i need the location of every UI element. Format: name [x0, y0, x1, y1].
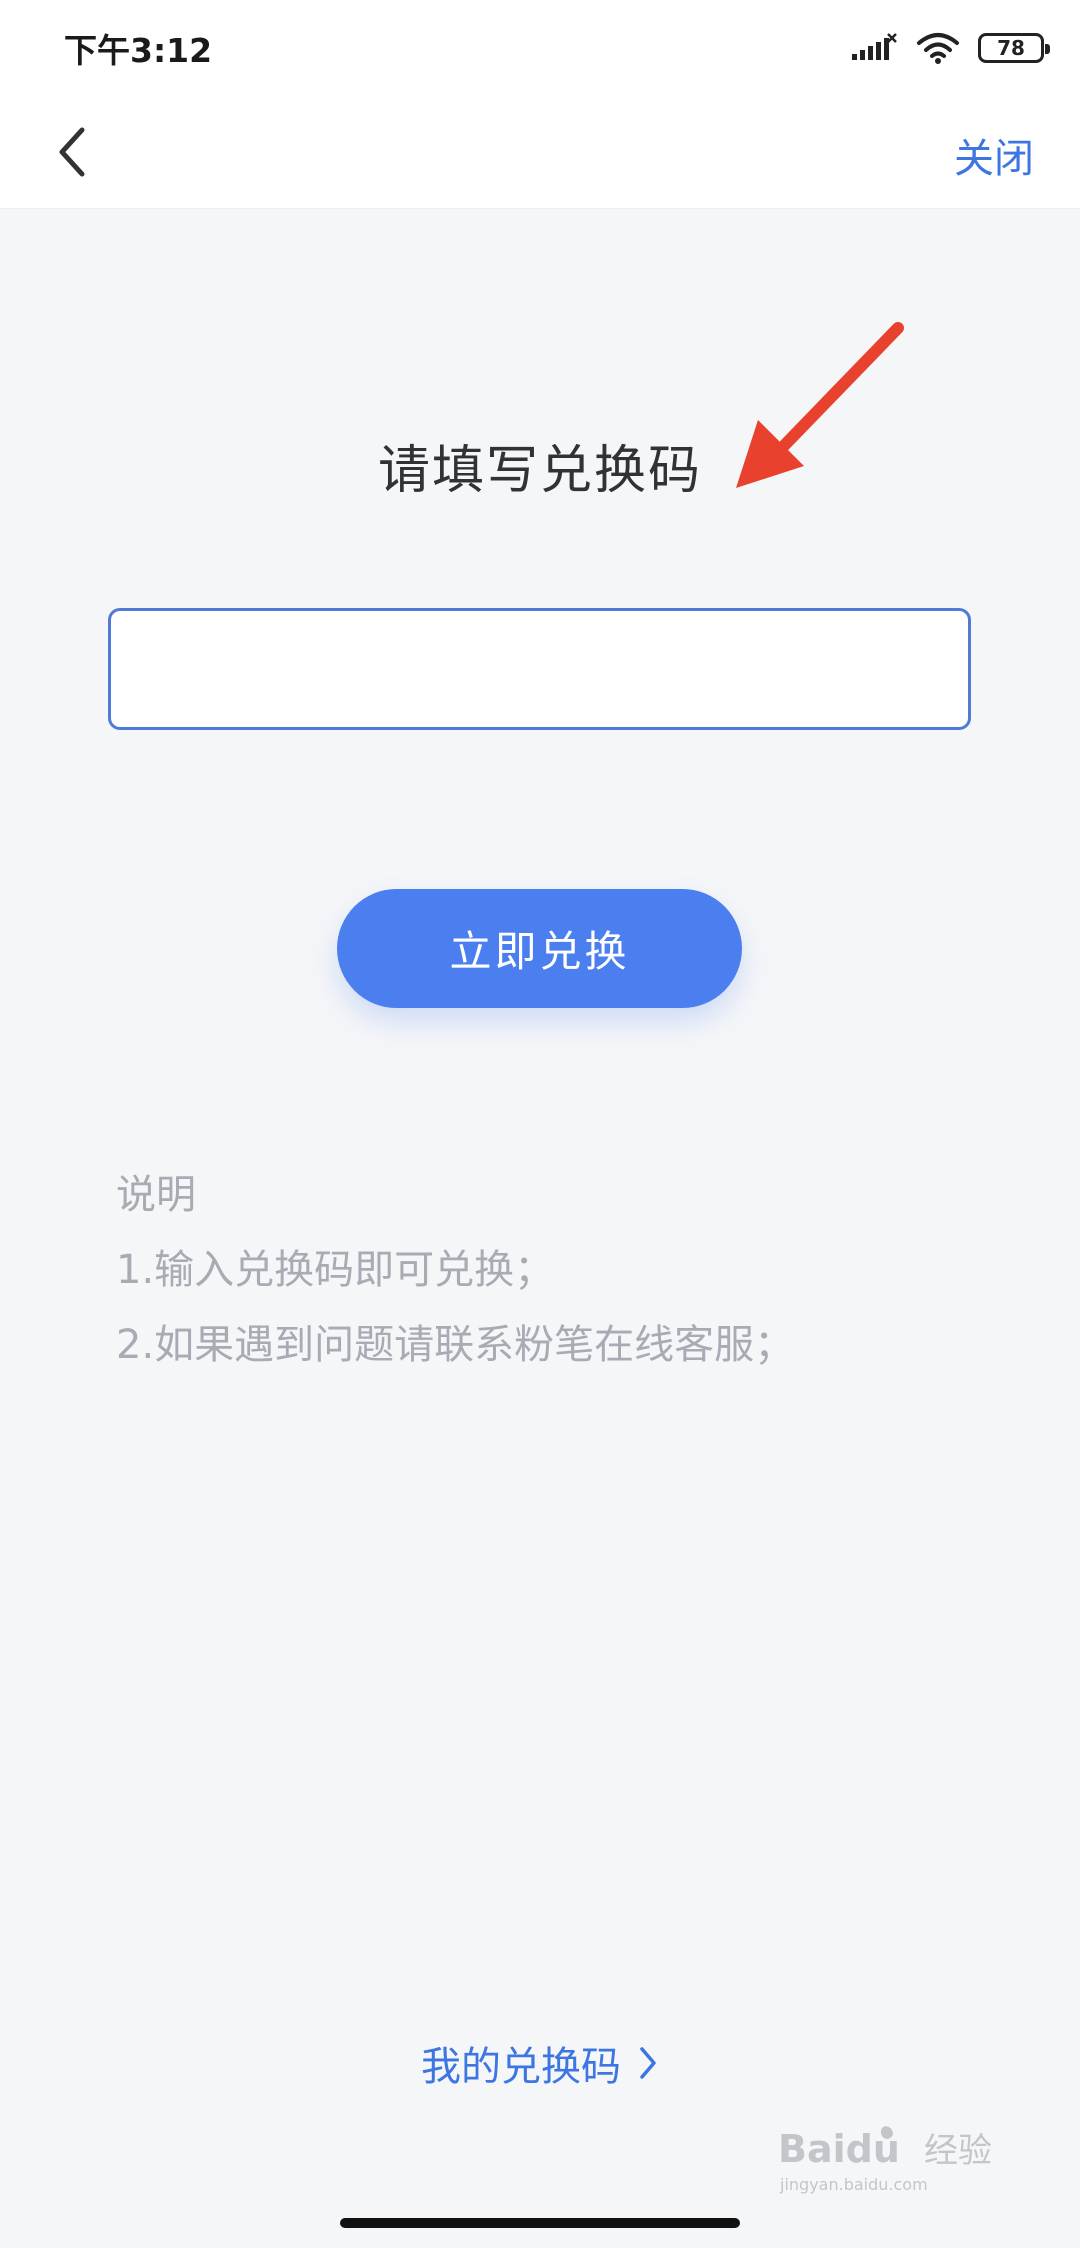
close-button[interactable]: 关闭: [954, 126, 1034, 184]
chevron-left-icon: [59, 127, 85, 177]
home-indicator[interactable]: [340, 2218, 740, 2228]
battery-icon: 78: [978, 33, 1050, 63]
instruction-item: 1.输入兑换码即可兑换；: [116, 1247, 555, 1293]
svg-text:jingyan.baidu.com: jingyan.baidu.com: [779, 2175, 928, 2194]
wifi-icon: [917, 33, 959, 64]
svg-text:经验: 经验: [924, 2131, 992, 2171]
battery-level: 78: [997, 36, 1025, 60]
back-button[interactable]: [36, 116, 108, 188]
status-icons: 78: [850, 28, 1050, 68]
chevron-right-icon: [640, 2047, 656, 2079]
instructions-heading: 说明: [116, 1172, 196, 1218]
nav-bar: 关闭: [0, 96, 1080, 209]
cellular-signal-icon: [852, 33, 897, 60]
baidu-jingyan-watermark: Baidu 经验 jingyan.baidu.com: [778, 2126, 992, 2194]
page-title: 请填写兑换码: [377, 441, 702, 501]
redeem-now-button[interactable]: 立即兑换: [337, 889, 742, 1008]
status-bar: 下午3:12 78: [0, 0, 1080, 96]
redeem-code-input[interactable]: [108, 608, 971, 730]
my-codes-label: 我的兑换码: [421, 2044, 621, 2090]
instruction-item: 2.如果遇到问题请联系粉笔在线客服；: [116, 1322, 795, 1368]
instructions: 说明 1.输入兑换码即可兑换； 2.如果遇到问题请联系粉笔在线客服；: [116, 1158, 794, 1383]
annotation-arrow-icon: [736, 322, 904, 488]
my-redeem-codes-link[interactable]: 我的兑换码: [0, 2034, 1080, 2092]
status-time: 下午3:12: [64, 31, 213, 70]
